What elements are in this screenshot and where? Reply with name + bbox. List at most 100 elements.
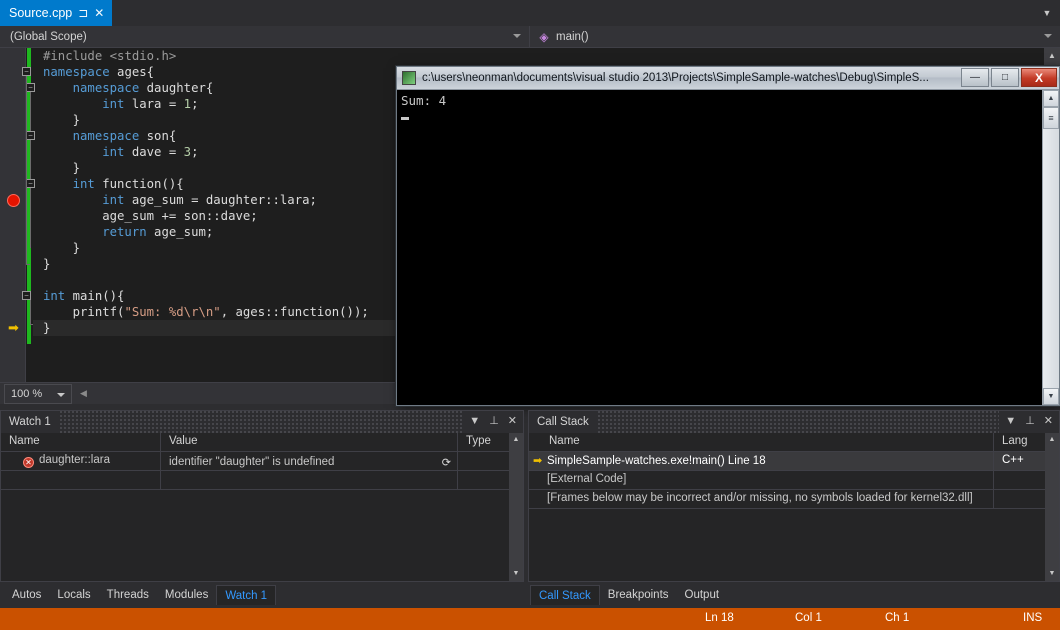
callstack-lang-cell[interactable]: [994, 471, 1046, 490]
callstack-panel: Call Stack ▼ ⊥ ✕ Name Lang ➡ SimpleSample-…: [528, 410, 1060, 582]
panel-menu-chevron-icon[interactable]: ▼: [469, 414, 480, 428]
code-token: int: [43, 97, 125, 111]
watch-type-cell[interactable]: [458, 452, 511, 471]
callstack-frame-text: [Frames below may be incorrect and/or mi…: [547, 492, 973, 504]
tab-modules[interactable]: Modules: [157, 585, 216, 605]
tab-call-stack[interactable]: Call Stack: [530, 585, 600, 605]
panel-drag-dots[interactable]: [58, 411, 463, 433]
close-icon[interactable]: ✕: [508, 414, 517, 428]
zoom-level-dropdown[interactable]: 100 %: [4, 383, 72, 404]
breakpoint-icon[interactable]: [7, 194, 20, 207]
console-title-bar[interactable]: c:\users\neonman\documents\visual studio…: [397, 67, 1059, 90]
callstack-panel-header-buttons: ▼ ⊥ ✕: [1005, 414, 1053, 428]
table-row[interactable]: [Frames below may be incorrect and/or mi…: [529, 490, 1059, 509]
watch-name-cell[interactable]: ✕ daughter::lara: [1, 452, 161, 471]
table-row[interactable]: ✕ daughter::lara identifier "daughter" is …: [1, 452, 523, 471]
tabstrip-chevron-down-icon[interactable]: ▼: [1040, 6, 1054, 20]
panel-menu-chevron-icon[interactable]: ▼: [1005, 414, 1016, 428]
watch-type-cell[interactable]: [458, 471, 511, 490]
scroll-up-arrow-icon[interactable]: ▲: [1044, 48, 1060, 64]
maximize-button[interactable]: □: [991, 68, 1019, 87]
code-token: namespace: [43, 129, 140, 143]
callstack-lang-cell[interactable]: C++: [994, 452, 1046, 471]
column-header[interactable]: Type: [458, 433, 511, 452]
console-title-text: c:\users\neonman\documents\visual studio…: [422, 72, 929, 84]
minimize-button[interactable]: —: [961, 68, 989, 87]
callstack-vertical-scrollbar[interactable]: ▲ ▼: [1045, 433, 1059, 581]
watch-name-cell[interactable]: [1, 471, 161, 490]
code-token: return: [43, 225, 147, 239]
code-token: main(){: [65, 289, 125, 303]
scroll-up-arrow-icon[interactable]: ▲: [1045, 433, 1059, 447]
document-tab-source-cpp[interactable]: Source.cpp ⊐ ✕: [0, 0, 113, 26]
column-header[interactable]: Name: [1, 433, 161, 452]
status-insert-mode: INS: [1023, 612, 1043, 624]
zoom-level-value: 100 %: [11, 387, 43, 400]
console-scroll-down-arrow-icon[interactable]: ▼: [1043, 388, 1059, 405]
pin-icon[interactable]: ⊥: [489, 414, 499, 428]
outline-guide-hook: [26, 264, 30, 265]
pin-icon[interactable]: ⊐: [78, 7, 88, 19]
code-token: 1: [183, 97, 192, 111]
tab-locals[interactable]: Locals: [49, 585, 98, 605]
navigation-bar: (Global Scope) ◈ main(): [0, 26, 1060, 48]
table-row[interactable]: [External Code]: [529, 471, 1059, 490]
column-header[interactable]: Lang: [994, 433, 1046, 452]
tab-breakpoints[interactable]: Breakpoints: [600, 585, 677, 605]
watch-panel: Watch 1 ▼ ⊥ ✕ Name Value Type ✕ daughter::l…: [0, 410, 524, 582]
chevron-down-icon: [513, 34, 521, 38]
code-token: age_sum += son::dave;: [43, 209, 258, 223]
table-row[interactable]: [1, 471, 523, 490]
watch-vertical-scrollbar[interactable]: ▲ ▼: [509, 433, 523, 581]
callstack-name-cell[interactable]: ➡ SimpleSample-watches.exe!main() Line 18: [529, 452, 994, 471]
scroll-down-arrow-icon[interactable]: ▼: [1045, 567, 1059, 581]
code-token: son{: [139, 129, 177, 143]
refresh-icon[interactable]: ⟳: [442, 456, 451, 469]
outline-guide-line: [26, 76, 27, 264]
watch-value-cell[interactable]: [161, 471, 458, 490]
code-token: }: [43, 161, 81, 175]
tab-watch-1[interactable]: Watch 1: [216, 585, 277, 605]
outline-collapse-box[interactable]: −: [22, 291, 31, 300]
horizontal-scroll-left-arrow-icon[interactable]: ◀: [80, 388, 87, 399]
watch-value-cell[interactable]: identifier "daughter" is undefined ⟳: [161, 452, 458, 471]
code-token: printf(: [43, 305, 125, 319]
close-icon[interactable]: ✕: [1044, 414, 1053, 428]
column-header[interactable]: Name: [529, 433, 994, 452]
callstack-frame-text: [External Code]: [547, 473, 627, 485]
tab-output[interactable]: Output: [677, 585, 728, 605]
panel-drag-dots[interactable]: [596, 411, 999, 433]
callstack-lang-cell[interactable]: [994, 490, 1046, 509]
callstack-panel-title: Call Stack: [537, 416, 589, 428]
outline-collapse-box[interactable]: −: [22, 67, 31, 76]
code-token: ages{: [109, 65, 155, 79]
console-vertical-scrollbar[interactable]: ▲ ≡ ▼: [1042, 90, 1059, 405]
watch-name-text: daughter::lara: [39, 454, 110, 466]
close-icon[interactable]: ✕: [94, 7, 104, 19]
callstack-panel-header: Call Stack ▼ ⊥ ✕: [529, 411, 1059, 433]
console-scroll-up-arrow-icon[interactable]: ▲: [1043, 90, 1059, 107]
member-dropdown[interactable]: ◈ main(): [530, 26, 1060, 48]
callstack-name-cell[interactable]: [Frames below may be incorrect and/or mi…: [529, 490, 994, 509]
code-token: namespace: [43, 81, 140, 95]
callstack-name-cell[interactable]: [External Code]: [529, 471, 994, 490]
console-window[interactable]: c:\users\neonman\documents\visual studio…: [396, 66, 1060, 406]
tab-threads[interactable]: Threads: [99, 585, 157, 605]
watch-panel-header-buttons: ▼ ⊥ ✕: [469, 414, 517, 428]
console-output: Sum: 4: [397, 90, 1059, 405]
tab-autos[interactable]: Autos: [4, 585, 49, 605]
window-controls: — □ X: [961, 68, 1057, 87]
table-row[interactable]: ➡ SimpleSample-watches.exe!main() Line 18…: [529, 452, 1059, 471]
error-icon: ✕: [23, 457, 34, 468]
current-frame-arrow-icon: ➡: [533, 455, 543, 467]
column-header[interactable]: Value: [161, 433, 458, 452]
outline-guide-line: [30, 92, 31, 136]
scroll-up-arrow-icon[interactable]: ▲: [509, 433, 523, 447]
close-button[interactable]: X: [1021, 68, 1057, 87]
scope-dropdown[interactable]: (Global Scope): [0, 26, 530, 48]
left-panel-tabs: Autos Locals Threads Modules Watch 1: [4, 583, 277, 605]
code-token: int: [43, 177, 95, 191]
pin-icon[interactable]: ⊥: [1025, 414, 1035, 428]
console-scrollbar-thumb[interactable]: ≡: [1043, 107, 1059, 129]
scroll-down-arrow-icon[interactable]: ▼: [509, 567, 523, 581]
